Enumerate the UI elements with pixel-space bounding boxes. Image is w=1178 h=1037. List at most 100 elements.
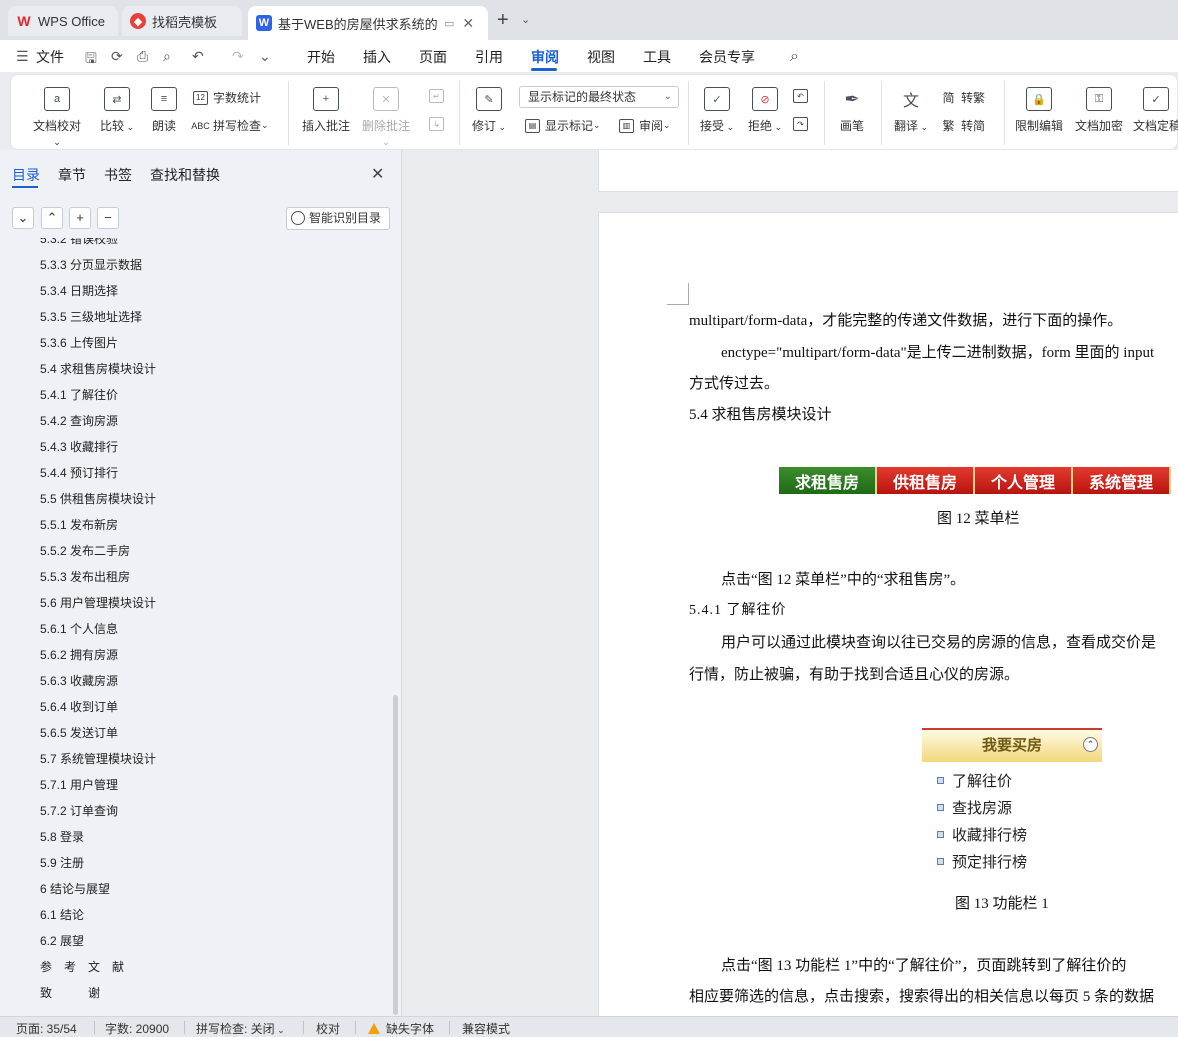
nav-tab-toc[interactable]: 目录 <box>12 165 40 185</box>
close-tab-icon[interactable]: ✕ <box>462 15 474 32</box>
toc-item[interactable]: 参 考 文 献 <box>40 954 124 980</box>
restrict-edit-button[interactable]: 🔒 限制编辑 <box>1013 87 1065 134</box>
print-preview-icon[interactable]: ⌕ <box>163 48 171 65</box>
toc-item[interactable]: 5.4.1 了解往价 <box>40 382 118 408</box>
previous-comment-icon[interactable]: ↵ <box>429 89 449 103</box>
menu-start[interactable]: 开始 <box>307 47 335 67</box>
toc-item[interactable]: 5.6.5 发送订单 <box>40 720 118 746</box>
review-pane-button[interactable]: ▥ 审阅 ⌄ <box>619 117 671 134</box>
toc-item[interactable]: 6 结论与展望 <box>40 876 110 902</box>
next-comment-icon[interactable]: ↳ <box>429 117 449 131</box>
encrypt-button[interactable]: ⚿ 文档加密 <box>1073 87 1125 134</box>
revise-button[interactable]: ✎ 修订 ⌄ <box>469 87 509 134</box>
delete-comment-button[interactable]: ✕ 删除批注 ⌄ <box>359 87 413 148</box>
remove-heading-icon[interactable]: − <box>97 207 119 229</box>
toc-item[interactable]: 5.3.5 三级地址选择 <box>40 304 142 330</box>
menu-file[interactable]: 文件 <box>36 47 64 67</box>
word-count-status[interactable]: 字数: 20900 <box>105 1020 169 1037</box>
markup-state-select[interactable]: 显示标记的最终状态 ⌄ <box>519 86 679 108</box>
toc-item[interactable]: 5.4.4 预订排行 <box>40 460 118 486</box>
print-icon[interactable]: ⎙ <box>137 48 148 65</box>
read-aloud-button[interactable]: ≡ 朗读 <box>147 87 181 134</box>
tab-daoke-templates[interactable]: ◆ 找稻壳模板 <box>122 6 242 36</box>
missing-font-status[interactable]: 缺失字体 <box>368 1020 434 1037</box>
save-icon[interactable]: 🖫 <box>85 48 97 72</box>
toc-item[interactable]: 5.8 登录 <box>40 824 84 850</box>
to-traditional-button[interactable]: 简转繁 <box>941 89 985 106</box>
toc-item[interactable]: 5.6 用户管理模块设计 <box>40 590 156 616</box>
compare-button[interactable]: ⇄ 比较 ⌄ <box>97 87 137 134</box>
nav-tab-bookmarks[interactable]: 书签 <box>104 165 132 185</box>
accept-button[interactable]: ✓ 接受 ⌄ <box>697 87 737 134</box>
toc-item[interactable]: 6.2 展望 <box>40 928 84 954</box>
document-area[interactable]: multipart/form-data，才能完整的传递文件数据，进行下面的操作。… <box>403 150 1178 1016</box>
translate-button[interactable]: 文 翻译 ⌄ <box>891 87 931 134</box>
smart-toc-button[interactable]: 智能识别目录 <box>286 207 390 230</box>
toc-item[interactable]: 5.6.2 拥有房源 <box>40 642 118 668</box>
tab-document[interactable]: W 基于WEB的房屋供求系统的设 ▭ ✕ <box>248 6 488 40</box>
figure-caption: 图 12 菜单栏 <box>937 511 1020 527</box>
toc-item[interactable]: 5.7.2 订单查询 <box>40 798 118 824</box>
proofread-status[interactable]: 校对 <box>316 1020 340 1037</box>
toc-item[interactable]: 5.6.3 收藏房源 <box>40 668 118 694</box>
menu-reference[interactable]: 引用 <box>475 47 503 67</box>
toc-item[interactable]: 5.4.3 收藏排行 <box>40 434 118 460</box>
menu-member[interactable]: 会员专享 <box>699 47 755 67</box>
toc-item[interactable]: 5.3.3 分页显示数据 <box>40 252 142 278</box>
menu-insert[interactable]: 插入 <box>363 47 391 67</box>
new-tab-plus-icon[interactable]: + <box>497 10 509 30</box>
nav-tab-find-replace[interactable]: 查找和替换 <box>150 165 220 185</box>
menu-lines-icon[interactable]: ☰ <box>16 48 29 65</box>
menu-page[interactable]: 页面 <box>419 47 447 67</box>
toc-item[interactable]: 致 谢 <box>40 980 100 1006</box>
toc-item[interactable]: 5.4.2 查询房源 <box>40 408 118 434</box>
more-chevron-icon[interactable]: ⌄ <box>259 48 271 65</box>
chevron-up-icon[interactable]: ⌃ <box>41 207 63 229</box>
document-page[interactable]: multipart/form-data，才能完整的传递文件数据，进行下面的操作。… <box>598 212 1178 1016</box>
insert-comment-button[interactable]: + 插入批注 <box>299 87 353 134</box>
toc-scrollbar[interactable] <box>393 695 398 1015</box>
menu-tools[interactable]: 工具 <box>643 47 671 67</box>
nav-tab-chapters[interactable]: 章节 <box>58 165 86 185</box>
toc-item[interactable]: 5.9 注册 <box>40 850 84 876</box>
tab-wps-office[interactable]: W WPS Office <box>8 6 118 36</box>
spell-check-status[interactable]: 拼写检查: 关闭 ⌄ <box>196 1020 285 1037</box>
monitor-icon[interactable]: ▭ <box>444 17 454 30</box>
toc-item[interactable]: 5.5 供租售房模块设计 <box>40 486 156 512</box>
menu-view[interactable]: 视图 <box>587 47 615 67</box>
word-count-button[interactable]: 12 字数统计 <box>193 89 261 106</box>
undo-icon[interactable]: ↶ <box>192 48 204 65</box>
toc-item[interactable]: 6.1 结论 <box>40 902 84 928</box>
to-simplified-button[interactable]: 繁转简 <box>941 117 985 134</box>
show-markup-button[interactable]: ▤ 显示标记 ⌄ <box>525 117 601 134</box>
finalize-button[interactable]: ✓ 文档定稿 <box>1133 87 1178 134</box>
toc-item[interactable]: 5.5.3 发布出租房 <box>40 564 130 590</box>
reject-button[interactable]: ⊘ 拒绝 ⌄ <box>745 87 785 134</box>
toc-item[interactable]: 5.5.1 发布新房 <box>40 512 118 538</box>
next-revision-icon[interactable]: ↷ <box>793 117 813 131</box>
previous-revision-icon[interactable]: ↶ <box>793 89 813 103</box>
add-heading-icon[interactable]: + <box>69 207 91 229</box>
toc-item[interactable]: 5.3.6 上传图片 <box>40 330 118 356</box>
ink-button[interactable]: ✒ 画笔 <box>835 87 869 134</box>
bullet-icon <box>937 776 944 784</box>
toc-item[interactable]: 5.3.2 错误校验 <box>40 238 118 252</box>
toc-item[interactable]: 5.3.4 日期选择 <box>40 278 118 304</box>
toc-item[interactable]: 5.6.1 个人信息 <box>40 616 118 642</box>
close-icon[interactable]: ✕ <box>371 164 384 184</box>
toc-item[interactable]: 5.5.2 发布二手房 <box>40 538 130 564</box>
chevron-down-icon[interactable]: ⌄ <box>521 13 530 26</box>
toc-item[interactable]: 5.7 系统管理模块设计 <box>40 746 156 772</box>
menu-review[interactable]: 审阅 <box>531 47 559 67</box>
proofread-button[interactable]: a 文档校对 ⌄ <box>29 87 85 148</box>
page-indicator[interactable]: 页面: 35/54 <box>16 1020 77 1037</box>
toc-item[interactable]: 5.6.4 收到订单 <box>40 694 118 720</box>
toc-item[interactable]: 5.4 求租售房模块设计 <box>40 356 156 382</box>
search-icon[interactable]: ⌕ <box>790 48 799 66</box>
redo-icon[interactable]: ↷ <box>232 48 244 65</box>
collapse-chevron-down-icon[interactable]: ⌄ <box>12 207 34 229</box>
toc-item[interactable]: 5.7.1 用户管理 <box>40 772 118 798</box>
spell-check-button[interactable]: ABC 拼写检查 ⌄ <box>191 117 268 134</box>
word-count-icon: 12 <box>193 90 208 105</box>
share-icon[interactable]: ⟳ <box>111 48 123 65</box>
